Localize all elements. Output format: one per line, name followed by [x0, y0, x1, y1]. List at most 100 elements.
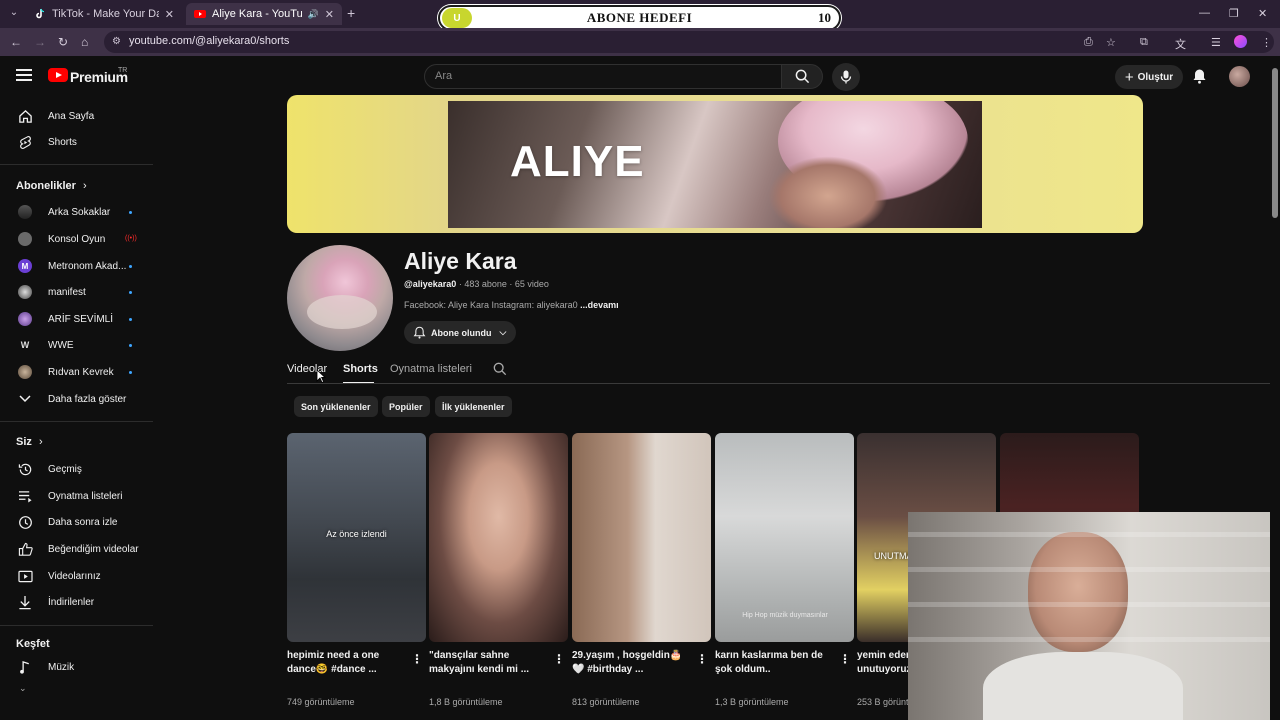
youtube-logo-icon[interactable] — [48, 68, 68, 82]
close-window-icon[interactable]: ✕ — [1258, 7, 1267, 20]
you-heading[interactable]: Siz › — [16, 436, 43, 448]
sidebar-item-subscription[interactable]: M Metronom Akad... — [0, 254, 154, 278]
bookmark-star-icon[interactable]: ☆ — [1106, 36, 1116, 49]
notifications-bell-icon[interactable] — [1192, 68, 1207, 89]
goal-count: 10 — [818, 10, 831, 25]
short-thumbnail[interactable]: Hip Hop müzik duymasınlar — [715, 433, 854, 642]
sidebar-item-playlists[interactable]: Oynatma listeleri — [0, 484, 154, 508]
sidebar-item-shorts[interactable]: Shorts — [0, 130, 154, 154]
short-title[interactable]: 29.yaşım , hoşgeldin🎂🤍 #birthday ... — [572, 649, 690, 677]
sidebar-item-history[interactable]: Geçmiş — [0, 457, 154, 481]
short-thumbnail[interactable]: Az önce izlendi — [287, 433, 426, 642]
audio-playing-icon[interactable]: 🔊 — [308, 9, 319, 20]
channel-banner[interactable]: ALIYE — [287, 95, 1143, 233]
sidebar-item-home[interactable]: Ana Sayfa — [0, 104, 154, 128]
site-info-icon[interactable]: ⚙ — [112, 36, 121, 47]
tiktok-icon — [34, 8, 46, 20]
short-thumbnail[interactable] — [572, 433, 711, 642]
search-button[interactable] — [781, 64, 823, 89]
install-app-icon[interactable]: ⎙ — [1084, 36, 1093, 49]
browser-tab-youtube[interactable]: Aliye Kara - YouTube 🔊 ✕ — [186, 3, 342, 25]
more-options-icon[interactable]: ⋮ — [839, 652, 851, 666]
sidebar-item-subscription[interactable]: Konsol Oyun ((•)) — [0, 227, 154, 251]
short-card[interactable]: Hip Hop müzik duymasınlar karın kaslarım… — [715, 433, 854, 720]
new-content-dot — [129, 265, 132, 268]
short-views: 1,3 B görüntüleme — [715, 697, 789, 707]
sidebar-item-downloads[interactable]: İndirilenler — [0, 590, 154, 614]
more-options-icon[interactable]: ⋮ — [696, 652, 708, 666]
new-content-dot — [129, 318, 132, 321]
more-options-icon[interactable]: ⋮ — [411, 652, 423, 666]
channel-description[interactable]: Facebook: Aliye Kara Instagram: aliyekar… — [404, 300, 619, 310]
short-title[interactable]: "dansçılar sahne makyajını kendi mi ... — [429, 649, 547, 677]
browser-menu-icon[interactable]: ⋮ — [1261, 36, 1272, 49]
maximize-icon[interactable]: ❐ — [1229, 7, 1239, 20]
account-avatar[interactable] — [1229, 66, 1250, 87]
explore-heading: Keşfet — [16, 638, 50, 650]
short-title[interactable]: karın kaslarıma ben de şok oldum.. — [715, 649, 833, 677]
sidebar-item-subscription[interactable]: Rıdvan Kevrek — [0, 360, 154, 384]
chip-popular[interactable]: Popüler — [382, 396, 430, 417]
search-icon — [795, 69, 809, 84]
new-tab-button[interactable]: + — [347, 5, 355, 21]
channel-avatar[interactable] — [287, 245, 393, 351]
chevron-down-icon: ⌄ — [19, 683, 27, 693]
forward-icon[interactable]: → — [34, 35, 46, 49]
channel-search-icon[interactable] — [493, 362, 507, 381]
more-options-icon[interactable]: ⋮ — [553, 652, 565, 666]
profile-icon[interactable] — [1234, 35, 1247, 48]
chevron-down-icon — [17, 391, 33, 407]
chip-latest[interactable]: Son yüklenenler — [294, 396, 378, 417]
url-field[interactable]: ⚙ youtube.com/@aliyekara0/shorts ⎙ ☆ ⧉ 文… — [104, 31, 1274, 53]
short-card[interactable]: 29.yaşım , hoşgeldin🎂🤍 #birthday ... 813… — [572, 433, 711, 720]
youtube-masthead: Premium TR Ara + Oluştur — [0, 56, 1270, 98]
create-button[interactable]: + Oluştur — [1115, 65, 1183, 89]
translate-icon[interactable]: 文 — [1175, 36, 1186, 52]
sidebar-item-subscription[interactable]: manifest — [0, 280, 154, 304]
channel-avatar — [17, 204, 33, 220]
channel-meta: @aliyekara0 · 483 abone · 65 video — [404, 279, 549, 289]
sidebar-item-music[interactable]: Müzik — [0, 655, 154, 679]
sidebar-item-label: Müzik — [48, 661, 75, 673]
voice-search-button[interactable] — [832, 63, 860, 91]
close-tab-icon[interactable]: ✕ — [325, 8, 334, 21]
banner-image: ALIYE — [448, 101, 982, 228]
sidebar-item-subscription[interactable]: Arka Sokaklar — [0, 200, 154, 224]
tab-search-icon[interactable]: ⌄ — [6, 5, 22, 21]
short-title[interactable]: hepimiz need a one dance🤓 #dance ... — [287, 649, 405, 677]
more-link[interactable]: ...devamı — [580, 300, 619, 310]
reading-list-icon[interactable]: ☰ — [1211, 36, 1221, 49]
close-tab-icon[interactable]: ✕ — [165, 8, 174, 21]
sidebar-item-subscription[interactable]: W WWE — [0, 333, 154, 357]
chevron-right-icon: › — [82, 180, 87, 192]
search-input[interactable]: Ara — [424, 64, 782, 89]
menu-icon[interactable] — [16, 69, 32, 81]
home-button-icon[interactable]: ⌂ — [81, 35, 88, 49]
sidebar-item-your-videos[interactable]: Videolarınız — [0, 564, 154, 588]
channel-avatar — [17, 231, 33, 247]
minimize-icon[interactable]: — — [1199, 7, 1210, 19]
chip-oldest[interactable]: İlk yüklenenler — [435, 396, 512, 417]
tab-shorts[interactable]: Shorts — [343, 363, 378, 375]
show-more-button[interactable]: Daha fazla göster — [0, 387, 154, 411]
tab-playlists[interactable]: Oynatma listeleri — [390, 363, 472, 375]
short-card[interactable]: Az önce izlendi hepimiz need a one dance… — [287, 433, 426, 720]
short-thumbnail[interactable] — [429, 433, 568, 642]
channel-stats: · 483 abone · 65 video — [456, 279, 549, 289]
reload-icon[interactable]: ↻ — [58, 35, 68, 49]
playlists-icon — [17, 488, 33, 504]
sidebar-item-watch-later[interactable]: Daha sonra izle — [0, 510, 154, 534]
subscribed-button[interactable]: Abone olundu ⌵ — [404, 321, 516, 344]
back-icon[interactable]: ← — [10, 35, 22, 49]
scrollbar-thumb[interactable] — [1272, 68, 1278, 218]
sidebar-divider — [0, 625, 153, 626]
sidebar-item-liked-videos[interactable]: Beğendiğim videolar — [0, 537, 154, 561]
sidebar-item-subscription[interactable]: ARİF SEVİMLİ — [0, 307, 154, 331]
create-label: Oluştur — [1137, 71, 1174, 83]
subscriptions-heading[interactable]: Abonelikler › — [16, 180, 87, 192]
browser-tab-tiktok[interactable]: TikTok - Make Your Day ✕ — [26, 3, 182, 25]
chevron-right-icon: › — [38, 436, 43, 448]
page-scrollbar[interactable] — [1270, 56, 1280, 720]
extensions-icon[interactable]: ⧉ — [1140, 36, 1148, 49]
short-card[interactable]: "dansçılar sahne makyajını kendi mi ... … — [429, 433, 568, 720]
